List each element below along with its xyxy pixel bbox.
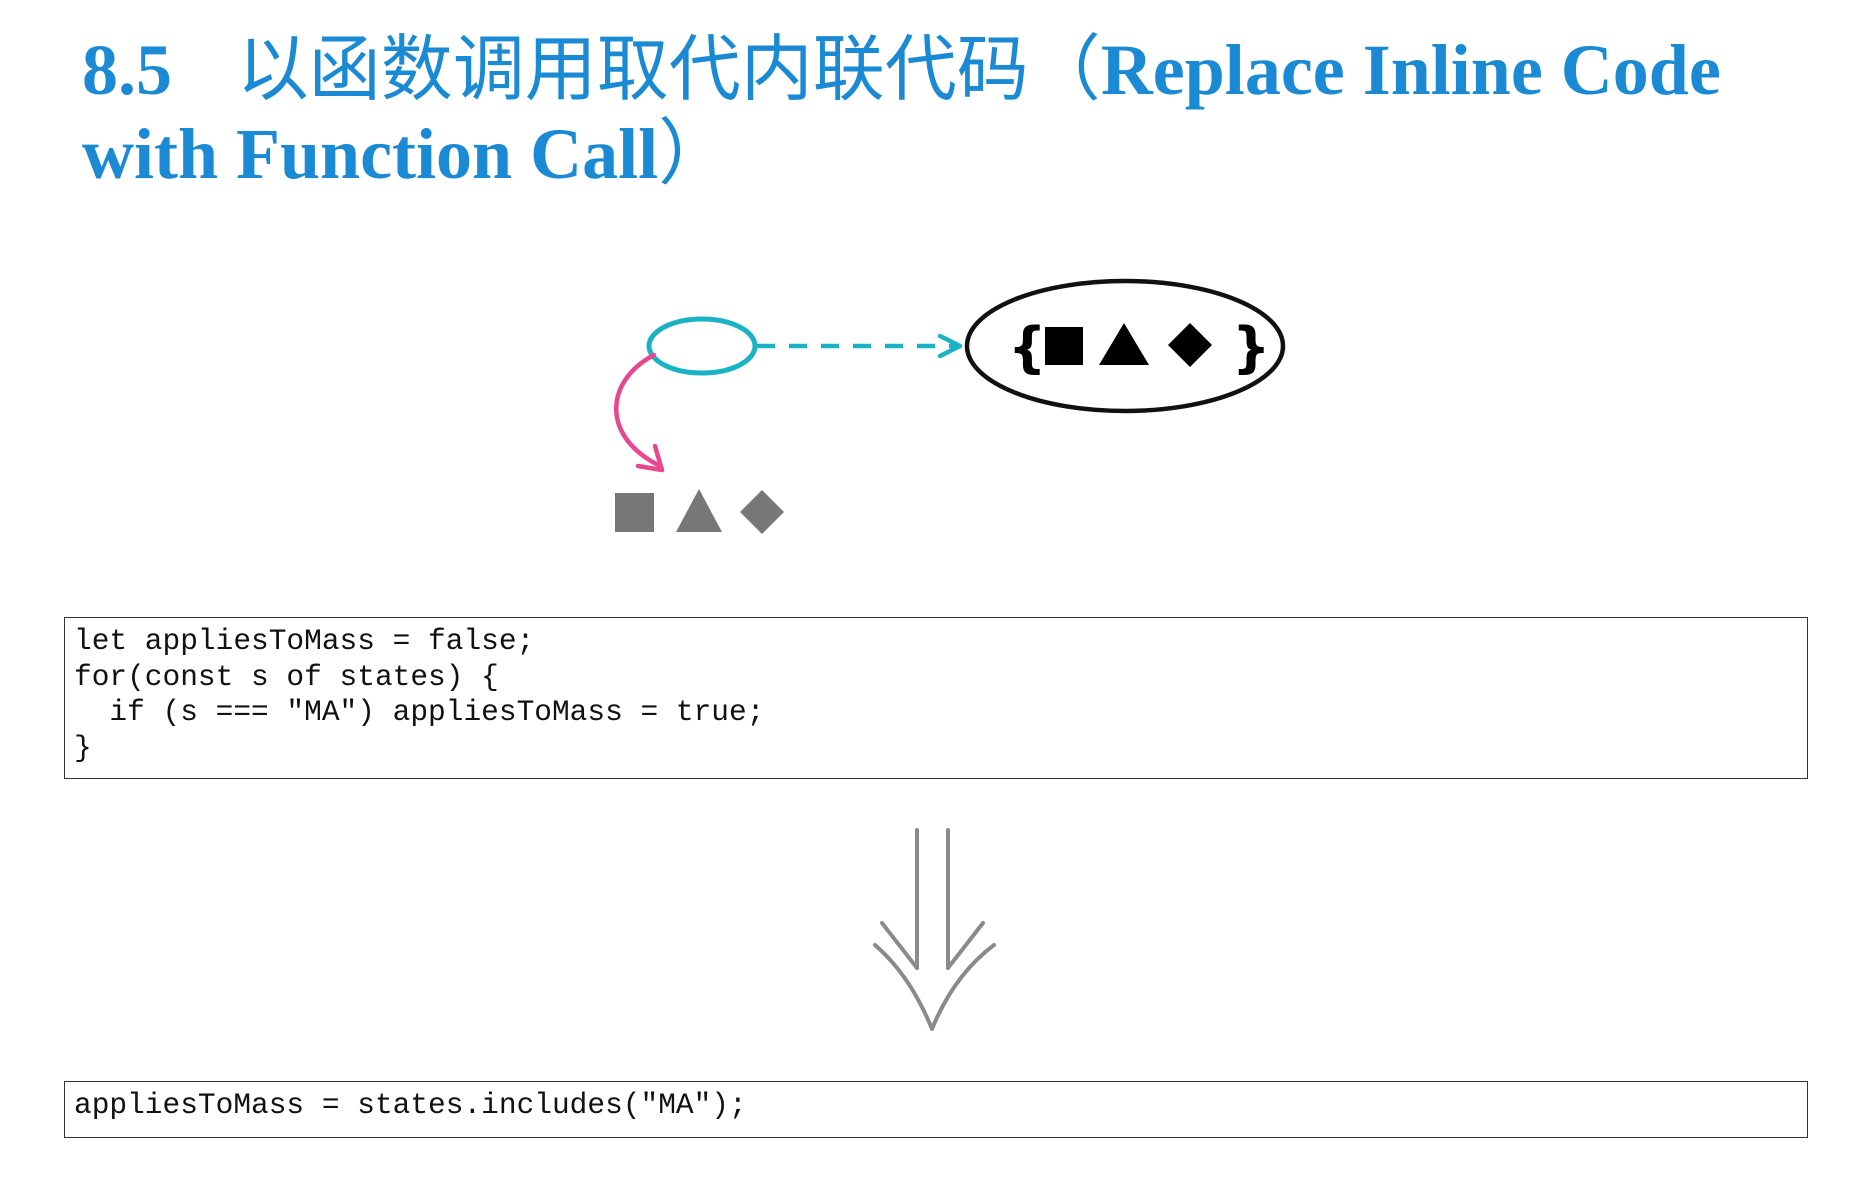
inlined-diamond-icon	[740, 490, 784, 534]
inlined-square-icon	[615, 493, 654, 532]
code-before-box: let appliesToMass = false; for(const s o…	[64, 617, 1808, 779]
body-square-icon	[1045, 327, 1083, 365]
inlined-triangle-icon	[676, 489, 722, 532]
section-number: 8.5	[82, 30, 172, 110]
section-title-close-paren: ）	[658, 114, 731, 194]
transform-down-arrow-icon	[873, 828, 996, 1031]
function-body-close-brace: }	[1232, 316, 1270, 379]
code-before: let appliesToMass = false; for(const s o…	[74, 624, 765, 765]
section-title-chinese: 以函数调用取代内联代码（	[236, 30, 1101, 110]
function-call-oval	[646, 316, 758, 376]
refactoring-diagram: { } { ■ ▲ ◆ } ■ ▲ ◆	[614, 278, 1286, 534]
function-body-open-brace: {	[1008, 316, 1046, 379]
code-after-box: appliesToMass = states.includes("MA");	[64, 1081, 1808, 1138]
code-after: appliesToMass = states.includes("MA");	[74, 1088, 747, 1122]
section-heading: 8.5 以函数调用取代内联代码（Replace Inline Code with …	[82, 28, 1802, 196]
inline-curved-arrow	[614, 352, 661, 468]
